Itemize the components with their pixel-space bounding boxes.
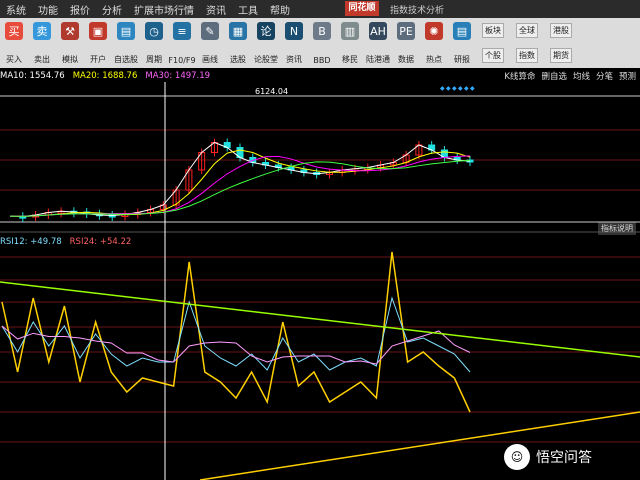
ah-icon: AH <box>369 22 387 40</box>
trend-line-green <box>0 281 640 358</box>
menu-item-0[interactable]: 系统 <box>0 2 32 17</box>
bbd-icon: B <box>313 22 331 40</box>
toolbar: 买买入卖卖出 ⚒ 模拟 ▣ 开户 ▤ 自选股 ◷ 周期 ≡ F10/F9 ✎ 画线 ▦ 选股论论股堂 N 资讯 B… <box>0 18 640 68</box>
menu-item-3[interactable]: 分析 <box>96 2 128 17</box>
quick-switch-group: 板块 个股 <box>476 18 510 68</box>
quick-switch-button[interactable]: 指数 <box>516 48 538 63</box>
watermark-text: 悟空问答 <box>536 450 592 466</box>
quick-switch-group: 全球 指数 <box>510 18 544 68</box>
toolbar-button-1[interactable]: 卖卖出 <box>28 18 56 68</box>
toolbar-button-label: 选股 <box>230 55 246 64</box>
menu-item-2[interactable]: 报价 <box>64 2 96 17</box>
toolbar-button-7[interactable]: ✎ 画线 <box>196 18 224 68</box>
right-tabs: K线算命 删自选 均线 分笔 预测 <box>498 70 636 82</box>
right-tab-0[interactable]: K线算命 <box>504 72 535 82</box>
ma20-label: MA20: 1688.76 <box>72 71 138 81</box>
menu-bar: 系统 功能 报价 分析 扩展市场行情 资讯 工具 帮助 同花顺 指数技术分析 <box>0 0 640 18</box>
ma-long-line <box>9 159 471 217</box>
signal-marker: ◆ <box>440 85 445 92</box>
rsi12-yellow-line <box>1 251 471 413</box>
toolbar-button-label: 画线 <box>202 55 218 64</box>
grid-icon: ▥ <box>341 22 359 40</box>
ma30-label: MA30: 1497.19 <box>145 71 211 81</box>
toolbar-button-label: 移民 <box>342 55 358 64</box>
toolbar-button-label: 论股堂 <box>254 55 278 64</box>
screen-icon: ▤ <box>117 22 135 40</box>
signal-marker: ◆ <box>446 85 451 92</box>
quick-switch-button[interactable]: 板块 <box>482 23 504 38</box>
toolbar-button-label: BBD <box>313 56 331 65</box>
peak-label: 6124.04 <box>255 87 288 96</box>
right-tab-4[interactable]: 预测 <box>619 72 636 82</box>
sell-icon: 卖 <box>33 22 51 40</box>
toolbar-button-label: 热点 <box>426 55 442 64</box>
quick-switch-button[interactable]: 期货 <box>550 48 572 63</box>
quick-switch-button[interactable]: 港股 <box>550 23 572 38</box>
toolbar-button-2[interactable]: ⚒ 模拟 <box>56 18 84 68</box>
toolbar-button-label: 周期 <box>146 55 162 64</box>
buy-icon: 买 <box>5 22 23 40</box>
chat-icon: 论 <box>257 22 275 40</box>
menu-item-1[interactable]: 功能 <box>32 2 64 17</box>
toolbar-button-label: 数据 <box>398 55 414 64</box>
briefcase-icon: ▣ <box>89 22 107 40</box>
hot-icon: ✺ <box>425 22 443 40</box>
signal-marker: ◆ <box>464 85 469 92</box>
toolbar-button-label: 自选股 <box>114 55 138 64</box>
app-logo: 同花顺 <box>345 1 379 16</box>
doc-icon: ≡ <box>173 22 191 40</box>
toolbar-button-label: 陆港通 <box>366 55 390 64</box>
menu-item-7[interactable]: 帮助 <box>264 2 296 17</box>
pen-icon: ✎ <box>201 22 219 40</box>
toolbar-button-15[interactable]: ✺ 热点 <box>420 18 448 68</box>
right-tab-2[interactable]: 均线 <box>573 72 590 82</box>
toolbar-button-10[interactable]: N 资讯 <box>280 18 308 68</box>
right-tab-1[interactable]: 删自选 <box>541 72 567 82</box>
ma10-label: MA10: 1554.76 <box>0 71 65 81</box>
toolbar-button-label: 研报 <box>454 55 470 64</box>
right-tab-3[interactable]: 分笔 <box>596 72 613 82</box>
data-icon: PE <box>397 22 415 40</box>
quick-switch-button[interactable]: 全球 <box>516 23 538 38</box>
toolbar-button-label: 卖出 <box>34 55 50 64</box>
quick-switch-group: 港股 期货 <box>544 18 578 68</box>
menu-item-6[interactable]: 工具 <box>232 2 264 17</box>
window-icon: ▦ <box>229 22 247 40</box>
signal-marker: ◆ <box>458 85 463 92</box>
toolbar-button-label: 买入 <box>6 55 22 64</box>
toolbar-button-label: 资讯 <box>286 55 302 64</box>
toolbar-button-4[interactable]: ▤ 自选股 <box>112 18 140 68</box>
clock-icon: ◷ <box>145 22 163 40</box>
toolbar-button-11[interactable]: B BBD <box>308 18 336 68</box>
news-icon: N <box>285 22 303 40</box>
hammer-icon: ⚒ <box>61 22 79 40</box>
toolbar-button-label: 模拟 <box>62 55 78 64</box>
signal-marker: ◆ <box>470 85 475 92</box>
menu-item-4[interactable]: 扩展市场行情 <box>128 2 200 17</box>
report-icon: ▤ <box>453 22 471 40</box>
window-title: 指数技术分析 <box>390 6 445 16</box>
quick-switch-button[interactable]: 个股 <box>482 48 504 63</box>
ma30-line <box>9 155 471 217</box>
toolbar-button-13[interactable]: AH 陆港通 <box>364 18 392 68</box>
toolbar-button-5[interactable]: ◷ 周期 <box>140 18 168 68</box>
menu-item-5[interactable]: 资讯 <box>200 2 232 17</box>
toolbar-button-16[interactable]: ▤ 研报 <box>448 18 476 68</box>
toolbar-button-0[interactable]: 买买入 <box>0 18 28 68</box>
watermark: ☺ 悟空问答 <box>504 444 592 470</box>
toolbar-button-label: 开户 <box>90 55 106 64</box>
price-chart[interactable]: 6124.04 ◆ ◆ ◆ ◆ ◆ ◆ <box>0 82 640 480</box>
toolbar-button-8[interactable]: ▦ 选股 <box>224 18 252 68</box>
toolbar-button-9[interactable]: 论论股堂 <box>252 18 280 68</box>
wukong-logo-icon: ☺ <box>504 444 530 470</box>
toolbar-button-12[interactable]: ▥ 移民 <box>336 18 364 68</box>
toolbar-button-3[interactable]: ▣ 开户 <box>84 18 112 68</box>
toolbar-button-label: F10/F9 <box>168 56 196 65</box>
toolbar-button-14[interactable]: PE 数据 <box>392 18 420 68</box>
signal-marker: ◆ <box>452 85 457 92</box>
toolbar-button-6[interactable]: ≡ F10/F9 <box>168 18 196 68</box>
